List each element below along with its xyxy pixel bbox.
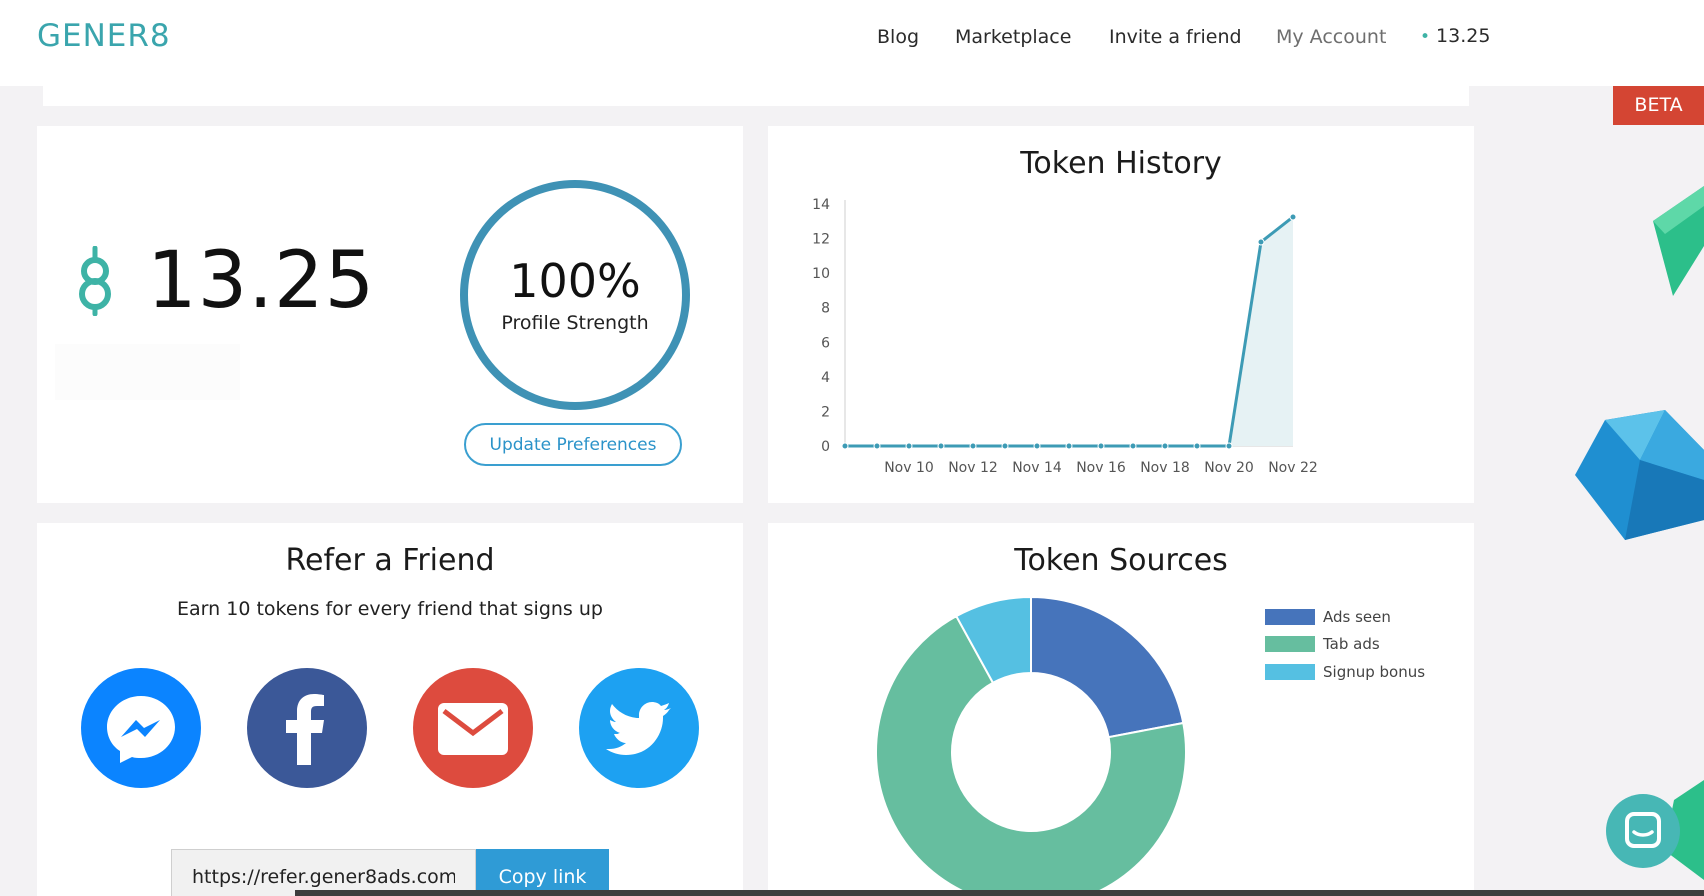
token-icon [79, 246, 111, 316]
x-tick-label: Nov 14 [1012, 460, 1062, 476]
legend-item: Ads seen [1265, 603, 1425, 631]
chat-launcher-button[interactable] [1606, 794, 1680, 868]
balance-card: 13.25 100% Profile Strength Update Prefe… [37, 126, 743, 503]
messenger-share-button[interactable] [81, 668, 201, 788]
chat-icon [1625, 812, 1661, 848]
token-sources-legend: Ads seen Tab ads Signup bonus [1265, 603, 1425, 686]
history-data-point [1289, 213, 1297, 221]
y-tick-label: 2 [821, 404, 830, 420]
y-tick-label: 4 [821, 370, 830, 386]
profile-strength-ring: 100% Profile Strength [460, 180, 690, 410]
legend-label: Tab ads [1323, 635, 1380, 654]
history-area-fill [845, 216, 1293, 446]
x-tick-label: Nov 12 [948, 460, 998, 476]
x-tick-label: Nov 10 [884, 460, 934, 476]
profile-strength-percent: 100% [509, 254, 641, 308]
placeholder-block [55, 344, 240, 400]
token-history-chart: 0 2 4 6 8 10 12 14 Nov 10 Nov 12 Nov 14 Nov 16 Nov 1… [812, 197, 1318, 476]
x-tick-label: Nov 22 [1268, 460, 1318, 476]
history-data-point [1001, 442, 1009, 450]
y-tick-label: 10 [812, 266, 830, 282]
history-data-point [969, 442, 977, 450]
history-data-point [1193, 442, 1201, 450]
history-data-point [937, 442, 945, 450]
bottom-scroll-bar [295, 890, 1704, 896]
refer-friend-card: Refer a Friend Earn 10 tokens for every … [37, 523, 743, 896]
y-tick-label: 12 [812, 232, 830, 248]
twitter-share-button[interactable] [579, 668, 699, 788]
nav-blog[interactable]: Blog [877, 26, 919, 48]
facebook-share-button[interactable] [247, 668, 367, 788]
token-balance: 13.25 [75, 236, 375, 326]
token-sources-card: Token Sources Ads seen Tab ads Signup bonu… [768, 523, 1474, 896]
legend-item: Signup bonus [1265, 658, 1425, 686]
x-tick-label: Nov 16 [1076, 460, 1126, 476]
copy-link-button[interactable]: Copy link [476, 849, 609, 896]
decorative-cube-icon [1575, 410, 1704, 540]
x-tick-label: Nov 20 [1204, 460, 1254, 476]
y-tick-label: 14 [812, 197, 830, 213]
refer-friend-subtitle: Earn 10 tokens for every friend that sig… [177, 598, 603, 620]
history-data-point [1257, 238, 1265, 246]
history-data-point [841, 442, 849, 450]
token-sources-chart [875, 595, 1187, 896]
twitter-icon [606, 702, 671, 755]
gener8-logo[interactable]: GENER8 [37, 18, 171, 54]
history-data-point [1097, 442, 1105, 450]
balance-value: 13.25 [147, 236, 376, 326]
profile-strength-label: Profile Strength [501, 312, 649, 334]
history-data-point [1033, 442, 1041, 450]
referral-link-input[interactable] [171, 849, 476, 896]
beta-badge: BETA [1613, 86, 1704, 125]
nav-marketplace[interactable]: Marketplace [955, 26, 1071, 48]
refer-friend-title: Refer a Friend [285, 543, 495, 578]
nav-invite-friend[interactable]: Invite a friend [1109, 26, 1242, 48]
history-data-point [1065, 442, 1073, 450]
update-preferences-button[interactable]: Update Preferences [464, 423, 682, 466]
legend-swatch [1265, 636, 1315, 653]
legend-swatch [1265, 608, 1315, 625]
email-share-button[interactable] [413, 668, 533, 788]
donut-slice-ads-seen [1030, 595, 1185, 739]
token-history-card: Token History 0 2 4 6 8 10 12 14 Nov 10 Nov 12 Nov… [768, 126, 1474, 503]
y-tick-label: 0 [821, 439, 830, 455]
history-data-point [873, 442, 881, 450]
history-data-point [905, 442, 913, 450]
decorative-cube-icon [1653, 186, 1704, 296]
messenger-icon [107, 696, 175, 763]
legend-swatch [1265, 663, 1315, 680]
y-tick-label: 6 [821, 335, 830, 351]
nav-token-balance: • 13.25 [1420, 25, 1490, 47]
top-nav-bar: GENER8 Blog Marketplace Invite a friend … [0, 0, 1704, 86]
history-data-point [1161, 442, 1169, 450]
nav-balance-value: 13.25 [1436, 25, 1491, 47]
x-tick-label: Nov 18 [1140, 460, 1190, 476]
history-data-point [1129, 442, 1137, 450]
facebook-icon [286, 694, 324, 765]
email-icon [438, 703, 508, 755]
y-tick-label: 8 [821, 301, 830, 317]
legend-label: Ads seen [1323, 607, 1391, 626]
history-data-point [1225, 442, 1233, 450]
nav-my-account[interactable]: My Account [1276, 26, 1386, 48]
legend-label: Signup bonus [1323, 662, 1426, 681]
header-strip [43, 86, 1469, 106]
token-icon: • [1420, 27, 1431, 47]
legend-item: Tab ads [1265, 631, 1425, 659]
history-series-line [845, 215, 1294, 448]
